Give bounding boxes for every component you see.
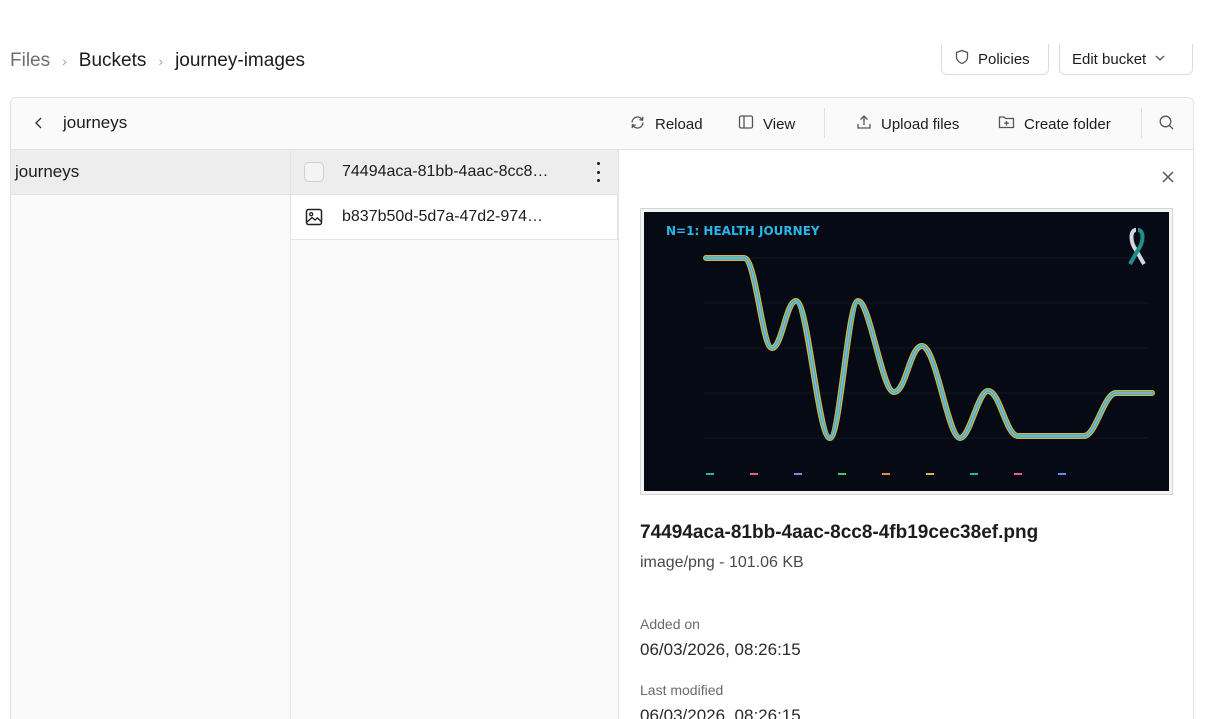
upload-files-button[interactable]: Upload files (856, 98, 959, 150)
last-modified-label: Last modified (640, 682, 724, 698)
policies-label: Policies (978, 50, 1030, 68)
top-strip (0, 0, 1215, 48)
chevron-right-icon: › (62, 53, 67, 69)
file-row[interactable]: 74494aca-81bb-4aac-8cc8… (291, 150, 618, 195)
more-vertical-icon[interactable] (594, 162, 602, 182)
image-file-icon (304, 207, 324, 227)
edit-bucket-label: Edit bucket (1072, 50, 1147, 68)
current-folder-label: journeys (63, 113, 128, 132)
preview-image: N=1: HEALTH JOURNEY (644, 212, 1169, 491)
breadcrumb: Files › Buckets › journey-images (10, 48, 305, 74)
added-on-value: 06/03/2026, 08:26:15 (640, 640, 801, 659)
health-journey-graphic (703, 228, 1155, 475)
close-icon[interactable] (1159, 168, 1177, 186)
folder-plus-icon (998, 114, 1015, 134)
upload-icon (856, 114, 872, 134)
create-folder-button[interactable]: Create folder (998, 98, 1111, 150)
edit-bucket-button[interactable]: Edit bucket (1059, 44, 1193, 75)
image-preview: N=1: HEALTH JOURNEY (640, 208, 1173, 495)
breadcrumb-bucket: journey-images (175, 50, 305, 71)
create-folder-label: Create folder (1024, 115, 1111, 133)
preview-file-meta: image/png - 101.06 KB (640, 554, 804, 571)
view-label: View (763, 115, 796, 133)
folder-column: journeys (11, 150, 291, 719)
file-name-label: b837b50d-5d7a-47d2-974… (342, 208, 544, 225)
file-preview-panel: N=1: HEALTH JOURNEY 74494aca-81bb-4aac-8… (619, 150, 1193, 719)
chevron-right-icon: › (158, 53, 164, 69)
toolbar-divider (824, 108, 825, 138)
breadcrumb-buckets[interactable]: Buckets (79, 50, 147, 72)
policies-button[interactable]: Policies (941, 44, 1049, 75)
chevron-left-icon[interactable] (29, 112, 49, 134)
search-button[interactable] (1158, 98, 1175, 150)
explorer-toolbar: journeys Reload View Upload files Create… (11, 98, 1193, 150)
chevron-down-icon (1154, 51, 1166, 68)
columns-icon (738, 114, 754, 134)
reload-button[interactable]: Reload (629, 98, 703, 150)
file-select-checkbox[interactable] (304, 162, 324, 182)
folder-item-label: journeys (15, 162, 80, 181)
toolbar-divider (1141, 108, 1142, 138)
view-button[interactable]: View (738, 98, 795, 150)
shield-icon (954, 49, 970, 69)
breadcrumb-files[interactable]: Files (10, 50, 50, 72)
last-modified-value: 06/03/2026, 08:26:15 (640, 706, 801, 719)
folder-item-journeys[interactable]: journeys (11, 150, 290, 195)
file-column: 74494aca-81bb-4aac-8cc8… b837b50d-5d7a-4… (291, 150, 619, 719)
file-row[interactable]: b837b50d-5d7a-47d2-974… (291, 195, 618, 240)
refresh-icon (629, 114, 646, 135)
file-name-label: 74494aca-81bb-4aac-8cc8… (342, 163, 549, 180)
upload-files-label: Upload files (881, 115, 960, 133)
file-explorer: journeys Reload View Upload files Create… (10, 97, 1194, 719)
search-icon (1158, 114, 1175, 135)
preview-file-name: 74494aca-81bb-4aac-8cc8-4fb19cec38ef.png (640, 522, 1039, 543)
added-on-label: Added on (640, 616, 700, 632)
reload-label: Reload (655, 115, 703, 133)
